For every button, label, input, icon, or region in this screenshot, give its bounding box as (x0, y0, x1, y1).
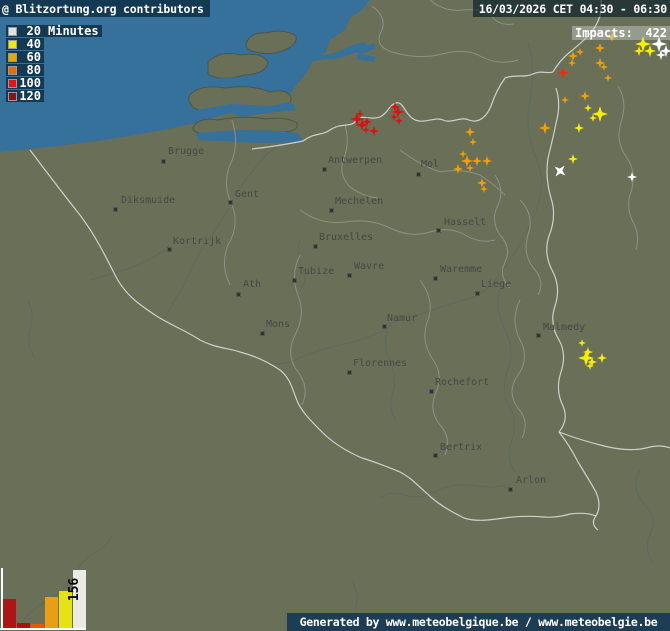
city-marker (416, 172, 421, 177)
city-label: Ath (243, 280, 261, 290)
city-marker (260, 331, 265, 336)
city-label: Mol (421, 160, 439, 170)
impacts-histogram: 156 (0, 560, 120, 631)
city-marker (433, 453, 438, 458)
city-label: Namur (387, 314, 417, 324)
legend-minutes-value: 40 (19, 39, 41, 49)
histogram-bar (31, 624, 44, 628)
city-label: Hasselt (444, 218, 486, 228)
city-label: Bertrix (440, 443, 482, 453)
legend-minutes-value: 120 (19, 91, 41, 101)
city-marker (508, 487, 513, 492)
legend-row: 60 (6, 51, 44, 63)
city-marker (236, 292, 241, 297)
city-label: Malmedy (543, 323, 585, 333)
datetime-bar: 16/03/2026 CET 04:30 - 06:30 (473, 0, 670, 17)
histogram-bar (45, 597, 58, 628)
city-label: Liege (481, 280, 511, 290)
legend-row: 120 (6, 90, 44, 102)
legend-color-swatch (8, 79, 17, 88)
city-label: Mechelen (335, 197, 383, 207)
city-label: Kortrijk (173, 237, 221, 247)
city-label: Waremme (440, 265, 482, 275)
city-label: Florennes (353, 359, 407, 369)
legend-minutes-value: 60 (19, 52, 41, 62)
impacts-value: 422 (645, 26, 667, 40)
legend-row: 40 (6, 38, 44, 50)
city-marker (475, 291, 480, 296)
city-label: Arlon (516, 476, 546, 486)
city-label: Wavre (354, 262, 384, 272)
city-label: Antwerpen (328, 156, 382, 166)
legend-color-swatch (8, 27, 17, 36)
legend-minutes-suffix: Minutes (48, 26, 99, 36)
footer-credit-text: Generated by www.meteobelgique.be / www.… (300, 615, 658, 629)
city-marker (382, 324, 387, 329)
histogram-bar (3, 599, 16, 628)
city-marker (536, 333, 541, 338)
city-marker (433, 276, 438, 281)
city-label: Diksmuide (121, 196, 175, 206)
histogram-count-label: 156 (67, 578, 82, 601)
legend-minutes-value: 20 (19, 26, 41, 36)
histogram-x-axis (0, 628, 86, 630)
histogram-bar (17, 623, 30, 628)
city-marker (329, 208, 334, 213)
legend-color-swatch (8, 66, 17, 75)
city-label: Brugge (168, 147, 204, 157)
impacts-counter: Impacts: 422 (572, 26, 670, 40)
impacts-label: Impacts: (575, 26, 633, 40)
city-marker (228, 200, 233, 205)
city-marker (161, 159, 166, 164)
city-marker (347, 370, 352, 375)
city-marker (436, 228, 441, 233)
legend-color-swatch (8, 92, 17, 101)
city-label: Bruxelles (319, 233, 373, 243)
city-marker (292, 278, 297, 283)
city-label: Tubize (298, 267, 334, 277)
age-legend: 20 Minutes 40 60 80 100 120 (6, 25, 102, 103)
legend-color-swatch (8, 40, 17, 49)
city-marker (347, 273, 352, 278)
attribution-text: @ Blitzortung.org contributors (2, 2, 204, 16)
city-marker (429, 389, 434, 394)
footer-credit-bar: Generated by www.meteobelgique.be / www.… (287, 613, 670, 631)
attribution-bar: @ Blitzortung.org contributors (0, 0, 210, 17)
legend-color-swatch (8, 53, 17, 62)
datetime-text: 16/03/2026 CET 04:30 - 06:30 (479, 2, 667, 16)
legend-row: 100 (6, 77, 44, 89)
city-marker (167, 247, 172, 252)
city-label: Gent (235, 190, 259, 200)
city-label: Rochefort (435, 378, 489, 388)
city-marker (322, 167, 327, 172)
city-marker (313, 244, 318, 249)
lightning-map-screen: @ Blitzortung.org contributors 16/03/202… (0, 0, 670, 631)
city-marker (113, 207, 118, 212)
legend-row: 20 Minutes (6, 25, 102, 37)
city-label: Mons (266, 320, 290, 330)
legend-row: 80 (6, 64, 44, 76)
legend-minutes-value: 80 (19, 65, 41, 75)
legend-minutes-value: 100 (19, 78, 41, 88)
